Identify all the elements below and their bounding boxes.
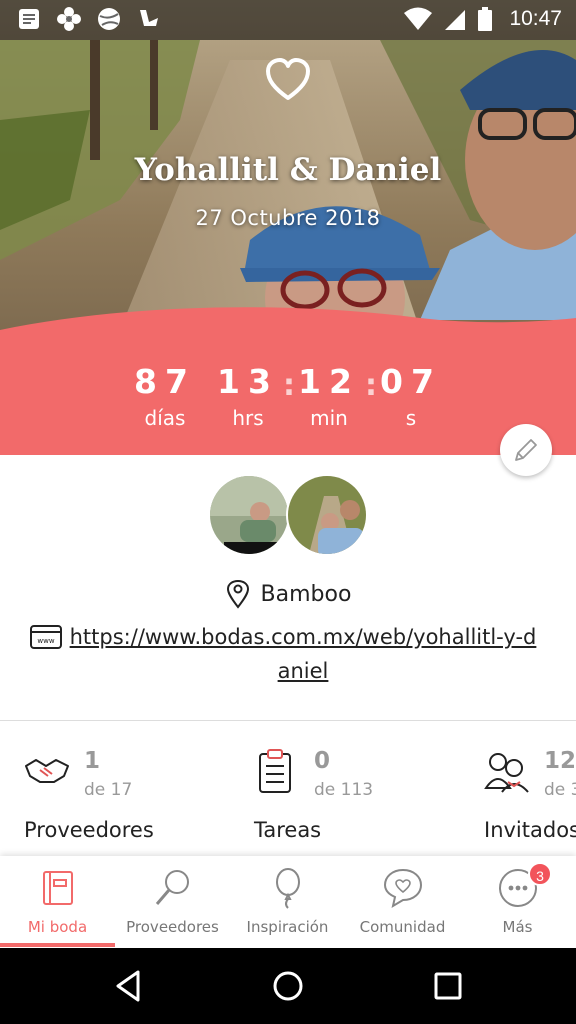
stats-row: 1 de 17 Proveedores 0 de 113 Tareas 12 d… <box>0 740 576 856</box>
couple-names: Yohallitl & Daniel <box>134 152 442 188</box>
stat-label: Invitados <box>484 818 576 842</box>
nav-comunidad[interactable]: Comunidad <box>345 856 460 948</box>
notes-icon <box>19 9 39 29</box>
nav-label: Comunidad <box>359 918 446 936</box>
recents-icon[interactable] <box>428 966 468 1006</box>
venue-name: Bamboo <box>260 581 352 607</box>
pencil-icon <box>515 439 537 461</box>
stat-label: Tareas <box>254 818 322 842</box>
svg-text:www: www <box>37 637 54 645</box>
search-icon <box>155 870 189 905</box>
nav-mas[interactable]: 3 Más <box>460 856 575 948</box>
countdown: 87 días 13 hrs : 12 min : 07 s <box>0 362 576 432</box>
location-pin-icon <box>226 579 249 609</box>
nav-label: Mi boda <box>27 918 88 936</box>
stat-count: 12 <box>544 748 576 774</box>
back-icon[interactable] <box>108 966 148 1006</box>
avatar-photo-1 <box>210 476 288 554</box>
avatar[interactable] <box>286 474 368 556</box>
bottom-nav: Mi boda Proveedores Inspiración Comunida… <box>0 856 576 948</box>
stat-label: Proveedores <box>24 818 154 842</box>
clock: 10:47 <box>509 7 562 30</box>
divider <box>0 720 576 721</box>
stat-count: 0 <box>314 748 331 774</box>
avatar[interactable] <box>208 474 290 556</box>
countdown-seconds-value: 07 <box>380 362 442 401</box>
wedding-website-link[interactable]: https://www.bodas.com.mx/web/yohallitl-y… <box>68 620 538 688</box>
app-screen: Yohallitl & Daniel 27 Octubre 2018 87 dí… <box>0 0 576 1024</box>
browser-icon: www <box>30 625 62 649</box>
status-bar: 10:47 <box>0 0 576 40</box>
stat-total: de 3 <box>544 780 576 800</box>
couple-avatars[interactable] <box>208 474 368 558</box>
stat-guests[interactable]: 12 de 3 Invitados <box>484 740 576 856</box>
guests-icon <box>484 753 529 793</box>
handshake-icon <box>25 759 69 783</box>
countdown-seconds-label: s <box>405 406 417 430</box>
website-row: www https://www.bodas.com.mx/web/yohalli… <box>30 620 550 688</box>
edit-button[interactable] <box>500 424 552 476</box>
home-icon[interactable] <box>268 966 308 1006</box>
system-nav-bar <box>0 948 576 1024</box>
cart-icon <box>140 10 158 26</box>
nav-proveedores[interactable]: Proveedores <box>115 856 230 948</box>
ball-icon <box>98 8 120 30</box>
nav-label: Proveedores <box>126 918 219 936</box>
countdown-seconds: 07 s <box>356 362 466 432</box>
notebook-icon <box>43 871 73 905</box>
stat-count: 1 <box>84 748 101 774</box>
stat-total: de 113 <box>314 780 374 800</box>
nav-inspiracion[interactable]: Inspiración <box>230 856 345 948</box>
stat-suppliers[interactable]: 1 de 17 Proveedores <box>24 740 264 856</box>
balloon-icon <box>276 868 300 909</box>
venue-row: Bamboo <box>0 576 576 612</box>
signal-icon <box>445 10 466 30</box>
chat-heart-icon <box>383 868 423 909</box>
system-icons: 10:47 <box>403 6 562 32</box>
stat-total: de 17 <box>84 780 133 800</box>
wedding-date: 27 Octubre 2018 <box>195 206 381 230</box>
active-tab-indicator <box>0 943 115 947</box>
hero-header: Yohallitl & Daniel 27 Octubre 2018 87 dí… <box>0 0 576 455</box>
nav-mi-boda[interactable]: Mi boda <box>0 856 115 948</box>
stat-tasks[interactable]: 0 de 113 Tareas <box>254 740 494 856</box>
clipboard-icon <box>259 749 291 793</box>
battery-icon <box>478 7 493 31</box>
notification-badge: 3 <box>528 862 552 886</box>
nav-label: Más <box>502 918 533 936</box>
heart-logo-icon <box>266 58 310 100</box>
wifi-icon <box>404 7 433 30</box>
notification-icons <box>16 6 162 32</box>
flower-icon <box>57 7 81 31</box>
avatar-photo-2 <box>288 476 366 554</box>
nav-label: Inspiración <box>246 918 329 936</box>
